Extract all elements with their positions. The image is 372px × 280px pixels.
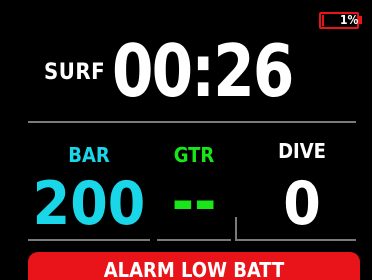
bar-value: 200	[32, 169, 146, 239]
dive-label: DIVE	[278, 139, 326, 163]
dive-left-tick	[235, 217, 237, 241]
bar-label: BAR	[68, 143, 110, 167]
gtr-label: GTR	[173, 143, 215, 167]
battery-level	[322, 15, 324, 26]
top-divider	[28, 121, 356, 123]
gtr-value: --	[171, 167, 217, 237]
bar-underline	[28, 239, 150, 241]
dive-value: 0	[283, 169, 321, 239]
battery-percent: 1%	[340, 13, 359, 27]
gtr-underline	[157, 239, 231, 241]
alarm-text: ALARM LOW BATT	[103, 258, 285, 280]
surface-time: 00:26	[112, 29, 294, 113]
dive-underline	[236, 239, 356, 241]
surf-label: SURF	[44, 60, 106, 85]
